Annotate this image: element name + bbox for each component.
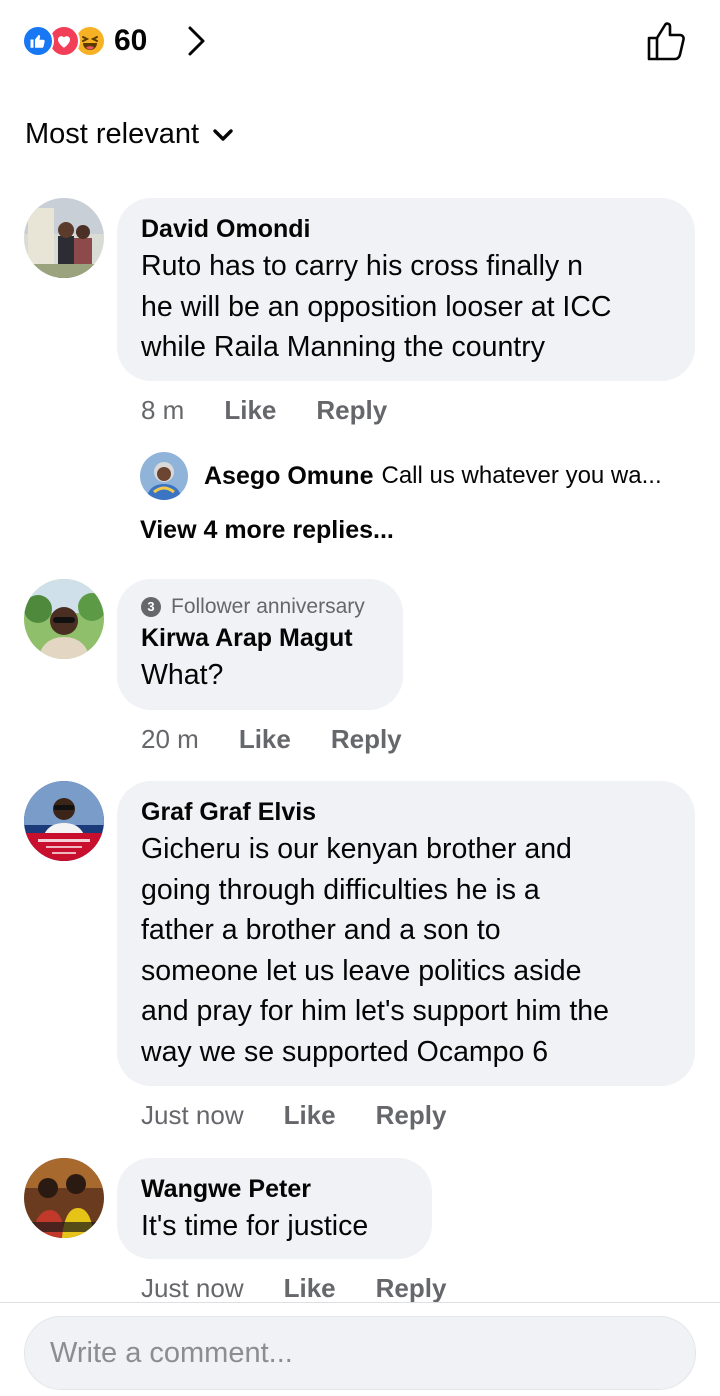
comment-text-line: while Raila Manning the country — [141, 331, 545, 363]
comment-timestamp[interactable]: Just now — [141, 1100, 244, 1131]
comment-author[interactable]: David Omondi — [141, 212, 671, 246]
reactions-bar: 60 — [0, 0, 720, 82]
like-button[interactable]: Like — [284, 1273, 336, 1304]
view-more-replies[interactable]: View 4 more replies... — [140, 516, 394, 545]
like-outline-icon[interactable] — [643, 18, 689, 64]
reply-button[interactable]: Reply — [331, 724, 402, 755]
comment-composer[interactable] — [24, 1316, 696, 1390]
follower-badge: 3 Follower anniversary — [141, 593, 379, 621]
comment-actions: Just now Like Reply — [141, 1273, 446, 1304]
avatar[interactable] — [24, 198, 104, 278]
comment-actions: Just now Like Reply — [141, 1100, 446, 1131]
reply-preview[interactable]: Asego Omune Call us whatever you wa... — [140, 452, 662, 500]
comment-text: Ruto has to carry his cross finally n he… — [141, 246, 671, 368]
reactions-summary[interactable]: 60 — [22, 22, 147, 60]
comment-actions: 8 m Like Reply — [141, 395, 387, 426]
comment-text-line: What? — [141, 659, 224, 691]
anniversary-badge-icon: 3 — [141, 597, 161, 617]
comment-bubble[interactable]: David Omondi Ruto has to carry his cross… — [117, 198, 695, 381]
comment-text-line: going through difficulties he is a — [141, 873, 540, 906]
avatar[interactable] — [24, 579, 104, 659]
reply-button[interactable]: Reply — [316, 395, 387, 426]
reply-button[interactable]: Reply — [376, 1273, 447, 1304]
comment-composer-bar — [0, 1302, 720, 1396]
chevron-right-icon[interactable] — [182, 24, 210, 58]
comment-input[interactable] — [50, 1336, 670, 1370]
chevron-down-icon — [213, 128, 233, 141]
comment-bubble[interactable]: 3 Follower anniversary Kirwa Arap Magut … — [117, 579, 403, 710]
comment-author[interactable]: Wangwe Peter — [141, 1172, 408, 1206]
comment-bubble[interactable]: Wangwe Peter It's time for justice — [117, 1158, 432, 1259]
like-button[interactable]: Like — [284, 1100, 336, 1131]
comment-actions: 20 m Like Reply — [141, 724, 402, 755]
like-icon — [22, 25, 54, 57]
comment-text-line: he will be an opposition looser at ICC — [141, 290, 612, 323]
avatar[interactable] — [24, 1158, 104, 1238]
comment-text: It's time for justice — [141, 1206, 408, 1247]
badge-label: Follower anniversary — [171, 595, 365, 618]
reply-button[interactable]: Reply — [376, 1100, 447, 1131]
comment-author[interactable]: Kirwa Arap Magut — [141, 621, 379, 655]
like-button[interactable]: Like — [239, 724, 291, 755]
comment-bubble[interactable]: Graf Graf Elvis Gicheru is our kenyan br… — [117, 781, 695, 1086]
reply-avatar — [140, 452, 188, 500]
comment-text-line: It's time for justice — [141, 1210, 369, 1242]
reaction-count: 60 — [114, 24, 148, 57]
comment-timestamp[interactable]: 8 m — [141, 395, 184, 426]
comment-text-line: father a brother and a son to — [141, 914, 501, 946]
reply-text: Call us whatever you wa... — [381, 462, 662, 489]
comment-author[interactable]: Graf Graf Elvis — [141, 795, 671, 829]
comment-text: What? — [141, 655, 379, 696]
sort-dropdown[interactable]: Most relevant — [25, 118, 235, 151]
comment-timestamp[interactable]: Just now — [141, 1273, 244, 1304]
sort-label: Most relevant — [25, 118, 200, 150]
comment-text-line: way we se supported Ocampo 6 — [141, 1035, 549, 1068]
comment-text-line: Ruto has to carry his cross finally n — [141, 250, 583, 282]
comment-text-line: and pray for him let's support him the — [141, 995, 609, 1027]
comments-screen: 60 Most relevant David Omondi Ruto has t… — [0, 0, 720, 1396]
comment-text-line: Gicheru is our kenyan brother and — [141, 833, 572, 865]
avatar[interactable] — [24, 781, 104, 861]
comment-timestamp[interactable]: 20 m — [141, 724, 199, 755]
reply-author: Asego Omune — [204, 461, 374, 490]
like-button[interactable]: Like — [224, 395, 276, 426]
comment-text-line: someone let us leave politics aside — [141, 954, 582, 987]
comment-text: Gicheru is our kenyan brother and going … — [141, 829, 671, 1072]
